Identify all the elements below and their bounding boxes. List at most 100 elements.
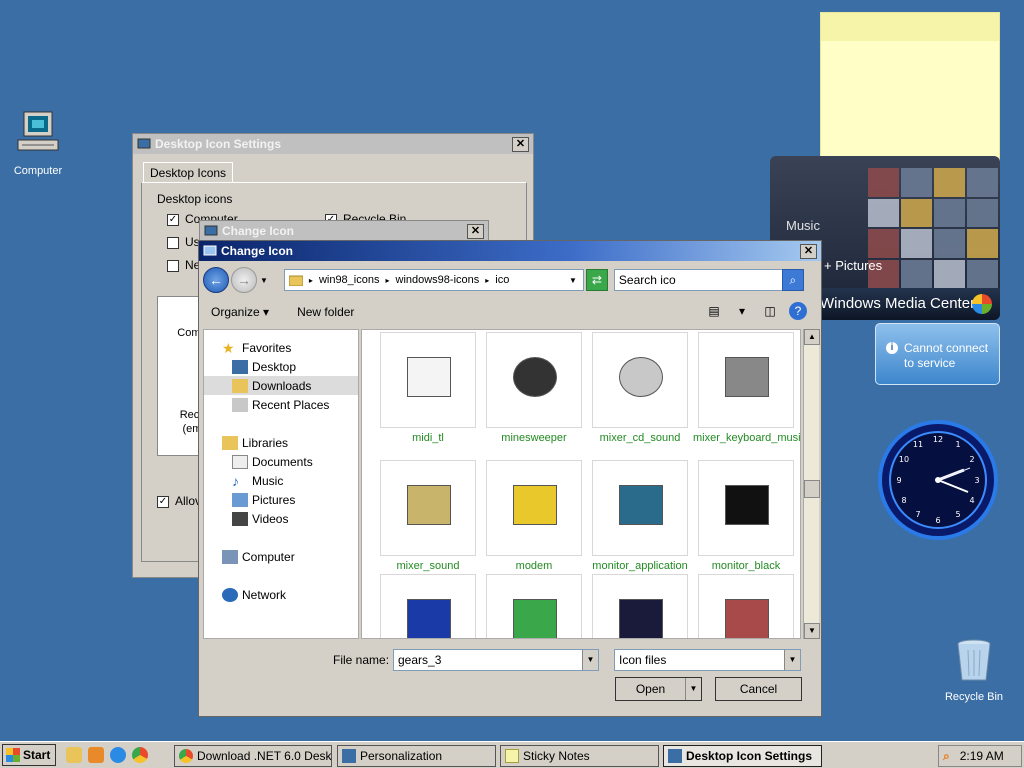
- weather-gadget[interactable]: i Cannot connect to service: [875, 323, 1000, 385]
- checkbox-allow-themes[interactable]: ✓ Allov: [157, 494, 201, 508]
- file-tile-label: mixer_sound: [396, 560, 460, 572]
- task-desktop-icon-settings[interactable]: Desktop Icon Settings: [663, 745, 822, 767]
- file-tile[interactable]: [380, 460, 476, 556]
- sticky-note[interactable]: [820, 12, 1000, 170]
- checkbox-user-files[interactable]: Us: [167, 235, 200, 249]
- wmc-pictures-label[interactable]: + Pictures: [824, 258, 882, 273]
- file-tile[interactable]: [380, 332, 476, 428]
- search-input[interactable]: Search ico ⌕: [613, 269, 804, 291]
- open-split-dropdown-icon[interactable]: ▼: [685, 678, 701, 700]
- media-tiles: [868, 168, 998, 288]
- file-tile[interactable]: [592, 574, 688, 638]
- breadcrumb[interactable]: ▸ win98_icons ▸ windows98-icons ▸ ico ▼: [283, 269, 584, 291]
- file-tile[interactable]: [486, 574, 582, 638]
- sidebar-item-network[interactable]: Network: [222, 585, 376, 604]
- navigation-pane[interactable]: ★ Favorites Desktop Downloads Recent Pla…: [203, 329, 359, 639]
- desktop-icon-settings-titlebar[interactable]: Desktop Icon Settings ✕: [133, 134, 533, 154]
- help-icon[interactable]: ?: [789, 302, 807, 320]
- search-icon[interactable]: ⌕: [943, 749, 950, 764]
- monitor-moon-icon: [619, 599, 663, 638]
- folder-icon: [288, 275, 303, 286]
- clock-gadget[interactable]: 12 12 3 45 6 78 9 10 11: [876, 418, 1000, 542]
- scrollbar-thumb[interactable]: [804, 480, 820, 498]
- scroll-up-button[interactable]: ▲: [804, 329, 820, 345]
- filetype-select[interactable]: Icon files ▼: [614, 649, 801, 671]
- refresh-button[interactable]: ⇄: [585, 269, 608, 291]
- sidebar-item-libraries[interactable]: Libraries: [222, 433, 376, 452]
- file-tile[interactable]: [380, 574, 476, 638]
- vertical-scrollbar[interactable]: ▲ ▼: [803, 329, 820, 639]
- sidebar-item-pictures[interactable]: Pictures: [232, 490, 358, 509]
- forward-button[interactable]: →: [231, 267, 257, 293]
- file-tile[interactable]: [698, 460, 794, 556]
- file-tile[interactable]: [698, 574, 794, 638]
- history-dropdown-icon[interactable]: ▼: [260, 276, 268, 285]
- window-icon: [204, 225, 218, 236]
- close-button[interactable]: ✕: [512, 137, 529, 152]
- weather-message: Cannot connect to service: [904, 341, 989, 370]
- close-button[interactable]: ✕: [800, 244, 817, 259]
- monitor-app-icon: [619, 485, 663, 525]
- system-tray: ⌕ 2:19 AM: [938, 745, 1022, 767]
- view-options-icon[interactable]: ▤: [705, 302, 723, 320]
- task-download-net[interactable]: Download .NET 6.0 Deskt...: [174, 745, 332, 767]
- chevron-down-icon[interactable]: ▼: [582, 650, 598, 670]
- breadcrumb-item[interactable]: ico: [495, 274, 509, 286]
- breadcrumb-item[interactable]: windows98-icons: [396, 274, 480, 286]
- change-icon-background-titlebar[interactable]: Change Icon ✕: [200, 221, 488, 241]
- task-personalization[interactable]: Personalization: [337, 745, 496, 767]
- task-sticky-notes[interactable]: Sticky Notes: [500, 745, 659, 767]
- sidebar-item-desktop[interactable]: Desktop: [232, 357, 358, 376]
- sidebar-item-music[interactable]: ♪ Music: [232, 471, 358, 490]
- preview-pane-icon[interactable]: ◫: [761, 302, 779, 320]
- file-tile[interactable]: [592, 460, 688, 556]
- change-icon-titlebar[interactable]: Change Icon ✕: [199, 241, 821, 261]
- svg-text:12: 12: [933, 435, 943, 444]
- organize-menu-button[interactable]: Organize ▾: [211, 305, 269, 319]
- file-tile[interactable]: [698, 332, 794, 428]
- file-tile-label: minesweeper: [501, 432, 567, 444]
- back-button[interactable]: ←: [203, 267, 229, 293]
- file-tile-label: modem: [515, 560, 553, 572]
- checkbox-checked-icon: ✓: [157, 495, 169, 508]
- scroll-down-button[interactable]: ▼: [804, 623, 820, 639]
- recycle-bin-desktop-icon[interactable]: Recycle Bin: [936, 636, 1012, 703]
- computer-desktop-icon[interactable]: Computer: [0, 110, 76, 177]
- cancel-button[interactable]: Cancel: [715, 677, 802, 701]
- sidebar-item-videos[interactable]: Videos: [232, 509, 358, 528]
- sidebar-item-favorites[interactable]: ★ Favorites: [222, 338, 376, 357]
- breadcrumb-item[interactable]: win98_icons: [319, 274, 380, 286]
- new-folder-button[interactable]: New folder: [297, 305, 354, 319]
- sidebar-item-recent-places[interactable]: Recent Places: [232, 395, 358, 414]
- open-button[interactable]: Open ▼: [615, 677, 702, 701]
- filename-field[interactable]: gears_3 ▼: [393, 649, 599, 671]
- chrome-icon[interactable]: [132, 747, 148, 763]
- monitor-black-icon: [725, 485, 769, 525]
- file-tile[interactable]: [486, 460, 582, 556]
- taskbar-clock[interactable]: 2:19 AM: [960, 749, 1004, 763]
- monitor-blue-icon: [407, 599, 451, 638]
- chevron-right-icon: ▸: [308, 275, 313, 285]
- file-list[interactable]: midi_tl minesweeper mixer_cd_sound mixer_ke…: [361, 329, 801, 639]
- checkbox-network[interactable]: Ne: [167, 258, 200, 272]
- explorer-icon[interactable]: [66, 747, 82, 763]
- change-icon-file-dialog[interactable]: Change Icon ✕ ← → ▼ ▸ win98_icons ▸ wind…: [198, 240, 822, 717]
- ie-icon[interactable]: [110, 747, 126, 763]
- wmc-music-label[interactable]: Music: [786, 218, 820, 233]
- recent-places-icon: [232, 397, 248, 412]
- svg-text:9: 9: [896, 476, 901, 485]
- file-tile[interactable]: [592, 332, 688, 428]
- sidebar-item-computer[interactable]: Computer: [222, 547, 376, 566]
- media-player-icon[interactable]: [88, 747, 104, 763]
- search-icon[interactable]: ⌕: [781, 269, 804, 291]
- start-button[interactable]: Start: [2, 744, 56, 766]
- change-icon-dialog-background[interactable]: Change Icon ✕: [199, 220, 489, 242]
- file-tile[interactable]: [486, 332, 582, 428]
- sidebar-item-documents[interactable]: Documents: [232, 452, 358, 471]
- sidebar-item-downloads[interactable]: Downloads: [204, 376, 358, 395]
- view-dropdown-icon[interactable]: ▾: [733, 302, 751, 320]
- address-dropdown-icon[interactable]: ▼: [569, 276, 577, 285]
- tab-desktop-icons[interactable]: Desktop Icons: [143, 162, 234, 183]
- close-button[interactable]: ✕: [467, 224, 484, 239]
- chevron-down-icon[interactable]: ▼: [784, 650, 800, 670]
